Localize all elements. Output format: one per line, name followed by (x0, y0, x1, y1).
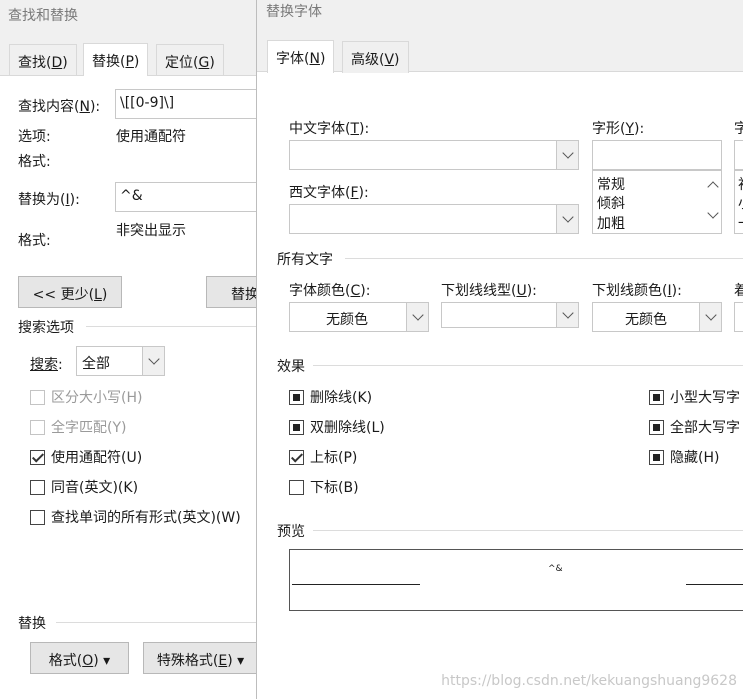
underline-color-label: 下划线颜色(I): (592, 283, 682, 299)
chinese-font-label: 中文字体(T): (289, 121, 370, 137)
checkbox-icon (30, 420, 45, 435)
indeterminate-icon (289, 420, 304, 435)
indeterminate-icon (289, 390, 304, 405)
all-text-divider (345, 258, 743, 259)
scroll-up-icon[interactable] (707, 179, 719, 193)
indeterminate-icon (649, 450, 664, 465)
checkbox-whole-word[interactable]: 全字匹配(Y) (30, 417, 126, 437)
chevron-down-icon (699, 303, 721, 331)
checkbox-all-caps[interactable]: 全部大写字 (649, 417, 740, 437)
font-size-label: 字 (734, 121, 743, 137)
checkbox-superscript[interactable]: 上标(P) (289, 447, 357, 467)
preview-baseline-left (292, 584, 420, 585)
preview-divider (313, 530, 743, 531)
find-what-input[interactable]: \[[0-9]\] (115, 89, 265, 119)
effects-heading: 效果 (277, 359, 305, 375)
less-button[interactable]: << 更少(L) (18, 276, 122, 308)
western-font-select[interactable] (289, 204, 579, 234)
font-dialog-title: 替换字体 (266, 4, 322, 20)
checkbox-hidden[interactable]: 隐藏(H) (649, 447, 719, 467)
search-direction-select[interactable]: 全部 (76, 346, 165, 376)
checkbox-all-word-forms[interactable]: 查找单词的所有形式(英文)(W) (30, 507, 241, 527)
font-size-list[interactable]: 初 小 一 (734, 170, 743, 234)
effects-divider (313, 365, 743, 366)
western-font-label: 西文字体(F): (289, 185, 369, 201)
size-option[interactable]: 小 (738, 193, 743, 213)
checkbox-strikethrough[interactable]: 删除线(K) (289, 387, 372, 407)
font-dialog-titlebar (257, 0, 743, 36)
font-style-label: 字形(Y): (592, 121, 645, 137)
tab-goto[interactable]: 定位(G) (156, 44, 224, 76)
options-value: 使用通配符 (116, 129, 186, 145)
replace-divider (56, 622, 258, 623)
search-direction-value: 全部 (82, 356, 110, 372)
tab-replace[interactable]: 替换(P) (83, 43, 149, 76)
indeterminate-icon (649, 390, 664, 405)
search-options-divider (86, 326, 258, 327)
format-button[interactable]: 格式(O) ▾ (30, 642, 129, 674)
find-replace-dialog: 查找和替换 查找(D) 替换(P) 定位(G) 查找内容(N): \[[0-9]… (0, 0, 276, 699)
font-color-label: 字体颜色(C): (289, 283, 371, 299)
preview-box: ^& (289, 549, 743, 611)
checkbox-sounds-like[interactable]: 同音(英文)(K) (30, 477, 138, 497)
preview-baseline-right (686, 584, 743, 585)
style-option-italic[interactable]: 倾斜 (597, 193, 625, 213)
checkbox-match-case[interactable]: 区分大小写(H) (30, 387, 142, 407)
preview-text: ^& (548, 564, 563, 574)
underline-type-label: 下划线线型(U): (441, 283, 537, 299)
checkbox-icon (30, 510, 45, 525)
tab-find[interactable]: 查找(D) (9, 44, 77, 76)
font-color-value: 无颜色 (326, 312, 368, 328)
size-option[interactable]: 初 (738, 174, 743, 194)
font-style-input[interactable] (592, 140, 722, 170)
checkbox-icon (289, 480, 304, 495)
replace-with-label: 替换为(I): (18, 192, 80, 208)
dialog-title: 查找和替换 (8, 8, 78, 24)
replace-font-dialog: 替换字体 字体(N) 高级(V) 中文字体(T): 字形(Y): 常规 倾斜 加… (256, 0, 743, 699)
checkmark-icon (30, 450, 45, 465)
chevron-down-icon (556, 141, 578, 169)
style-option-regular[interactable]: 常规 (597, 174, 625, 194)
replace-heading: 替换 (18, 616, 46, 632)
replace-format-label: 格式: (18, 233, 51, 249)
style-option-bold[interactable]: 加粗 (597, 213, 625, 233)
indeterminate-icon (649, 420, 664, 435)
search-options-heading: 搜索选项 (18, 320, 74, 336)
chevron-down-icon (406, 303, 428, 331)
checkbox-icon (30, 390, 45, 405)
checkbox-use-wildcards[interactable]: 使用通配符(U) (30, 447, 142, 467)
chinese-font-select[interactable] (289, 140, 579, 170)
replace-with-input[interactable]: ^& (115, 182, 265, 212)
tab-advanced[interactable]: 高级(V) (342, 41, 409, 73)
watermark: https://blog.csdn.net/kekuangshuang9628 (441, 673, 737, 689)
font-color-select[interactable]: 无颜色 (289, 302, 429, 332)
special-format-button[interactable]: 特殊格式(E) ▾ (143, 642, 258, 674)
checkmark-icon (289, 450, 304, 465)
emphasis-label: 着 (734, 283, 743, 299)
replace-format-value: 非突出显示 (116, 223, 186, 239)
underline-type-select[interactable] (441, 302, 579, 328)
checkbox-double-strikethrough[interactable]: 双删除线(L) (289, 417, 385, 437)
scroll-down-icon[interactable] (707, 207, 719, 219)
find-what-label: 查找内容(N): (18, 99, 101, 115)
chevron-down-icon (556, 205, 578, 233)
checkbox-subscript[interactable]: 下标(B) (289, 477, 359, 497)
preview-heading: 预览 (277, 524, 305, 540)
font-style-list[interactable]: 常规 倾斜 加粗 (592, 170, 722, 234)
chevron-down-icon (142, 347, 164, 375)
tab-font[interactable]: 字体(N) (267, 40, 335, 73)
underline-color-select[interactable]: 无颜色 (592, 302, 722, 332)
checkbox-small-caps[interactable]: 小型大写字 (649, 387, 740, 407)
underline-color-value: 无颜色 (625, 312, 667, 328)
all-text-heading: 所有文字 (277, 252, 333, 268)
emphasis-select[interactable] (734, 302, 743, 332)
chevron-down-icon (556, 303, 578, 327)
checkbox-icon (30, 480, 45, 495)
options-label: 选项: (18, 129, 51, 145)
search-direction-label: 搜索: (30, 357, 63, 373)
font-size-input[interactable] (734, 140, 743, 170)
size-option[interactable]: 一 (738, 213, 743, 233)
find-format-label: 格式: (18, 154, 51, 170)
